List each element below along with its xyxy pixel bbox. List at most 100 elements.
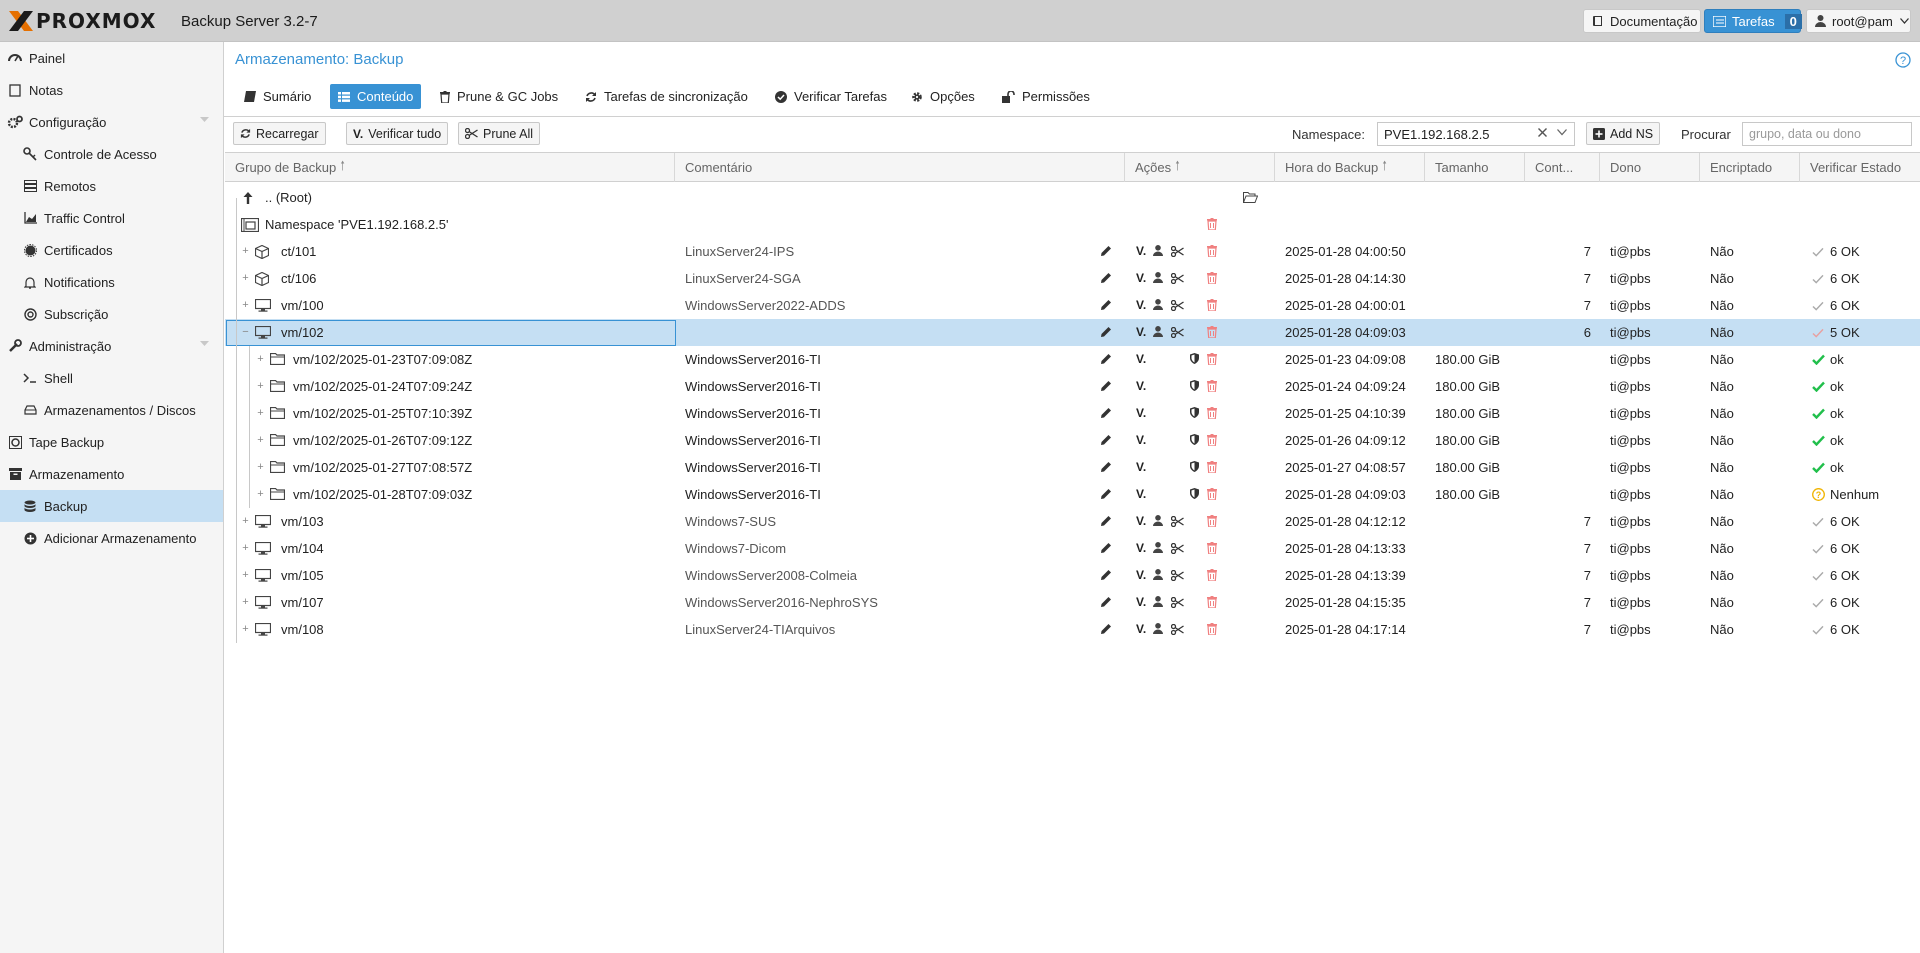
backup-group-row[interactable]: + vm/104 Windows7-Dicom V. 2025-01-28 04:13:… — [225, 535, 1920, 562]
delete-icon[interactable] — [1207, 326, 1217, 338]
backup-group-row[interactable]: + ct/106 LinuxServer24-SGA V. 2025-01-28 04:… — [225, 265, 1920, 292]
verify-icon[interactable]: V. — [1136, 567, 1146, 582]
column-header-tamanho[interactable]: Tamanho — [1425, 153, 1525, 182]
protected-icon[interactable] — [1190, 434, 1199, 445]
change-owner-icon[interactable] — [1153, 623, 1163, 634]
expand-toggle-icon[interactable]: + — [256, 408, 265, 419]
verify-icon[interactable]: V. — [1136, 351, 1146, 366]
verify-icon[interactable]: V. — [1136, 243, 1146, 258]
edit-comment-icon[interactable] — [1100, 380, 1112, 392]
protected-icon[interactable] — [1190, 407, 1199, 418]
column-header-grupo[interactable]: Grupo de Backup 🠑 — [225, 153, 675, 182]
prune-icon[interactable] — [1171, 570, 1184, 581]
snapshot-row[interactable]: + vm/102/2025-01-28T07:09:03Z WindowsServe… — [225, 481, 1920, 508]
delete-icon[interactable] — [1207, 245, 1217, 257]
delete-icon[interactable] — [1207, 272, 1217, 284]
verify-icon[interactable]: V. — [1136, 513, 1146, 528]
snapshot-row[interactable]: + vm/102/2025-01-27T07:08:57Z WindowsServe… — [225, 454, 1920, 481]
verify-icon[interactable]: V. — [1136, 378, 1146, 393]
backup-group-row[interactable]: − vm/102 V. 2025-01-28 04:09:03 6 ti@pbs Não 5 … — [225, 319, 1920, 346]
expand-toggle-icon[interactable]: + — [256, 435, 265, 446]
clear-icon[interactable] — [1537, 127, 1548, 138]
expand-toggle-icon[interactable]: + — [241, 273, 250, 284]
column-header-verificar[interactable]: Verificar Estado — [1800, 153, 1920, 182]
delete-icon[interactable] — [1207, 542, 1217, 554]
verify-icon[interactable]: V. — [1136, 270, 1146, 285]
prune-icon[interactable] — [1171, 246, 1184, 257]
verify-icon[interactable]: V. — [1136, 324, 1146, 339]
column-header-acoes[interactable]: Ações 🠑 — [1125, 153, 1275, 182]
edit-comment-icon[interactable] — [1100, 596, 1112, 608]
delete-icon[interactable] — [1207, 461, 1217, 473]
edit-comment-icon[interactable] — [1100, 461, 1112, 473]
tab-tarefas-sincronizacao[interactable]: Tarefas de sincronização — [577, 84, 756, 109]
help-icon[interactable]: ? — [1895, 52, 1911, 68]
expand-toggle-icon[interactable]: + — [241, 300, 250, 311]
change-owner-icon[interactable] — [1153, 299, 1163, 310]
sidebar-item-traffic-control[interactable]: Traffic Control — [0, 202, 223, 234]
browse-folder-icon[interactable] — [1243, 192, 1258, 203]
search-input[interactable] — [1742, 122, 1912, 146]
column-header-dono[interactable]: Dono — [1600, 153, 1700, 182]
verify-icon[interactable]: V. — [1136, 486, 1146, 501]
edit-comment-icon[interactable] — [1100, 542, 1112, 554]
expand-toggle-icon[interactable]: + — [241, 543, 250, 554]
expand-toggle-icon[interactable]: + — [241, 624, 250, 635]
sidebar-item-notas[interactable]: Notas — [0, 74, 223, 106]
protected-icon[interactable] — [1190, 380, 1199, 391]
delete-icon[interactable] — [1207, 407, 1217, 419]
verify-icon[interactable]: V. — [1136, 540, 1146, 555]
change-owner-icon[interactable] — [1153, 515, 1163, 526]
edit-comment-icon[interactable] — [1100, 272, 1112, 284]
verify-icon[interactable]: V. — [1136, 594, 1146, 609]
delete-icon[interactable] — [1207, 488, 1217, 500]
edit-comment-icon[interactable] — [1100, 407, 1112, 419]
edit-comment-icon[interactable] — [1100, 623, 1112, 635]
sidebar-item-painel[interactable]: Painel — [0, 42, 223, 74]
user-menu-button[interactable]: root@pam — [1806, 9, 1911, 33]
delete-icon[interactable] — [1207, 515, 1217, 527]
namespace-select[interactable]: PVE1.192.168.2.5 — [1377, 122, 1575, 146]
delete-icon[interactable] — [1207, 353, 1217, 365]
backup-group-row[interactable]: + vm/105 WindowsServer2008-Colmeia V. 2025-0… — [225, 562, 1920, 589]
change-owner-icon[interactable] — [1153, 272, 1163, 283]
protected-icon[interactable] — [1190, 488, 1199, 499]
backup-group-row[interactable]: + vm/103 Windows7-SUS V. 2025-01-28 04:12:12… — [225, 508, 1920, 535]
tab-sumario[interactable]: Sumário — [236, 84, 319, 109]
edit-comment-icon[interactable] — [1100, 488, 1112, 500]
protected-icon[interactable] — [1190, 461, 1199, 472]
tree-row[interactable]: .. (Root) — [225, 184, 1920, 211]
column-header-contagem[interactable]: Cont... — [1525, 153, 1600, 182]
snapshot-row[interactable]: + vm/102/2025-01-25T07:10:39Z WindowsServe… — [225, 400, 1920, 427]
tree-row[interactable]: Namespace 'PVE1.192.168.2.5' — [225, 211, 1920, 238]
delete-icon[interactable] — [1207, 380, 1217, 392]
verify-icon[interactable]: V. — [1136, 297, 1146, 312]
prune-icon[interactable] — [1171, 327, 1184, 338]
delete-icon[interactable] — [1207, 623, 1217, 635]
verify-all-button[interactable]: V. Verificar tudo — [346, 122, 449, 145]
snapshot-row[interactable]: + vm/102/2025-01-23T07:09:08Z WindowsServe… — [225, 346, 1920, 373]
expand-toggle-icon[interactable]: + — [256, 462, 265, 473]
tab-prune-gc-jobs[interactable]: Prune & GC Jobs — [432, 84, 566, 109]
column-header-encriptado[interactable]: Encriptado — [1700, 153, 1800, 182]
backup-group-row[interactable]: + ct/101 LinuxServer24-IPS V. 2025-01-28 04:… — [225, 238, 1920, 265]
collapse-icon[interactable] — [200, 117, 209, 123]
verify-icon[interactable]: V. — [1136, 405, 1146, 420]
expand-toggle-icon[interactable]: + — [241, 597, 250, 608]
change-owner-icon[interactable] — [1153, 596, 1163, 607]
sidebar-item-remotos[interactable]: Remotos — [0, 170, 223, 202]
verify-icon[interactable]: V. — [1136, 432, 1146, 447]
edit-comment-icon[interactable] — [1100, 326, 1112, 338]
reload-button[interactable]: Recarregar — [233, 122, 326, 145]
documentation-button[interactable]: Documentação — [1583, 9, 1701, 33]
sidebar-item-tape-backup[interactable]: Tape Backup — [0, 426, 223, 458]
prune-icon[interactable] — [1171, 273, 1184, 284]
prune-all-button[interactable]: Prune All — [458, 122, 541, 145]
edit-comment-icon[interactable] — [1100, 353, 1112, 365]
prune-icon[interactable] — [1171, 516, 1184, 527]
sidebar-item-administracao[interactable]: Administração — [0, 330, 223, 362]
add-namespace-button[interactable]: Add NS — [1586, 122, 1661, 145]
tab-conteudo[interactable]: Conteúdo — [330, 84, 422, 109]
expand-toggle-icon[interactable]: + — [256, 489, 265, 500]
sidebar-item-shell[interactable]: Shell — [0, 362, 223, 394]
